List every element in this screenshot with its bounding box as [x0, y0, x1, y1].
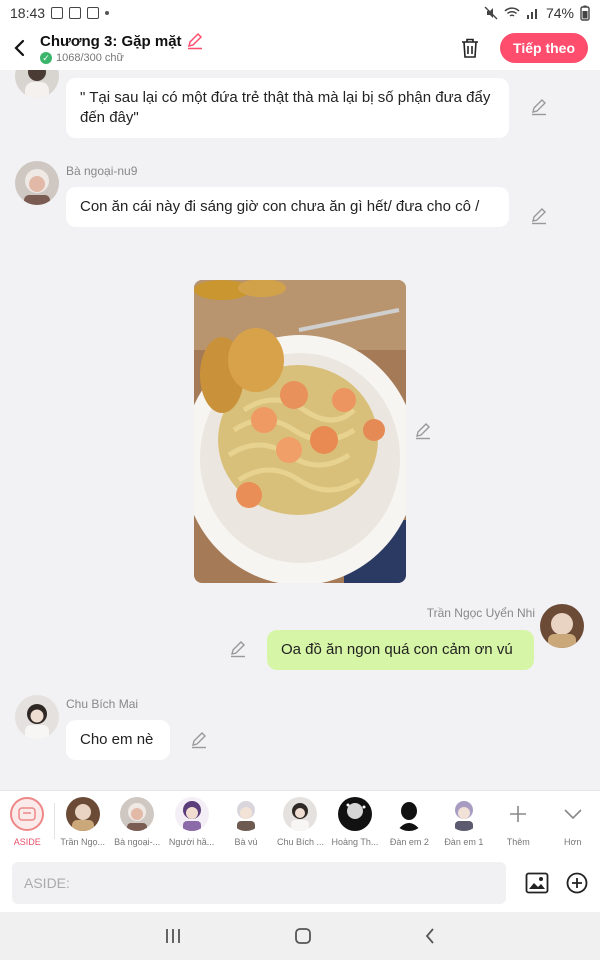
- battery-icon: [580, 5, 590, 21]
- chevron-down-icon: [556, 797, 590, 831]
- chevron-left-icon: [14, 39, 25, 57]
- home-icon[interactable]: [293, 926, 313, 946]
- edit-message-icon[interactable]: [530, 98, 548, 116]
- message-input[interactable]: [12, 862, 506, 904]
- more-characters-button[interactable]: Hơn: [546, 791, 600, 855]
- system-nav-bar: [0, 912, 600, 960]
- avatar: [283, 797, 318, 831]
- input-bar: [0, 854, 600, 912]
- check-icon: ✓: [40, 52, 52, 64]
- message-bubble[interactable]: Con ăn cái này đi sáng giờ con chưa ăn g…: [66, 187, 509, 227]
- shrimp-pasta-photo[interactable]: [194, 280, 406, 583]
- avatar: [65, 797, 100, 831]
- character-item[interactable]: Chu Bích ...: [273, 791, 327, 855]
- more-label: Hơn: [564, 837, 582, 847]
- trash-icon: [462, 38, 479, 58]
- insert-image-button[interactable]: [520, 866, 554, 900]
- plus-circle-icon: [566, 872, 588, 894]
- chapter-header: Chương 3: Gặp mặt ✓ 1068/300 chữ: [40, 32, 450, 64]
- avatar[interactable]: [15, 695, 59, 739]
- character-item[interactable]: Hoàng Th...: [328, 791, 382, 855]
- character-item[interactable]: Đàn em 1: [437, 791, 491, 855]
- gallery-icon: [51, 7, 64, 19]
- edit-message-icon[interactable]: [530, 207, 548, 225]
- avatar: [120, 797, 155, 831]
- avatar: [337, 797, 372, 831]
- add-character-button[interactable]: Thêm: [491, 791, 545, 855]
- youtube-icon: [69, 7, 82, 19]
- message-bubble[interactable]: " Tại sau lại có một đứa trẻ thật thà mà…: [66, 78, 509, 138]
- character-label: ASIDE: [13, 837, 41, 847]
- chat-area[interactable]: " Tại sau lại có một đứa trẻ thật thà mà…: [0, 70, 600, 790]
- word-count: 1068/300 chữ: [56, 52, 124, 64]
- sender-name: Trần Ngọc Uyển Nhi: [426, 606, 535, 620]
- character-label: Trần Ngọ...: [60, 837, 105, 847]
- plus-icon: [501, 797, 535, 831]
- character-item[interactable]: Trần Ngọ...: [55, 791, 109, 855]
- back-nav-icon[interactable]: [423, 926, 437, 946]
- wifi-icon: [504, 7, 520, 17]
- sender-name: Chu Bích Mai: [66, 697, 139, 711]
- character-item[interactable]: Đàn em 2: [382, 791, 436, 855]
- avatar[interactable]: [15, 161, 59, 205]
- message-bubble[interactable]: Oa đồ ăn ngon quá con cảm ơn vú: [267, 630, 534, 670]
- signal-icon: [526, 9, 537, 19]
- character-item[interactable]: Bà ngoại-...: [110, 791, 164, 855]
- back-button[interactable]: [0, 26, 40, 70]
- avatar[interactable]: [540, 604, 584, 648]
- battery-level: 74%: [545, 5, 574, 21]
- chapter-title: Chương 3: Gặp mặt: [40, 32, 182, 50]
- avatar: [174, 797, 209, 831]
- aside-icon: [10, 797, 45, 831]
- next-button[interactable]: Tiếp theo: [500, 33, 588, 63]
- edit-message-icon[interactable]: [229, 640, 247, 658]
- character-label: Hoàng Th...: [331, 837, 379, 847]
- status-bar: 18:43 74%: [0, 0, 600, 26]
- character-label: Đàn em 2: [389, 837, 429, 847]
- character-item[interactable]: Bà vú: [219, 791, 273, 855]
- notification-dot-icon: [105, 11, 110, 15]
- edit-title-icon[interactable]: [186, 32, 204, 50]
- character-label: Đàn em 1: [444, 837, 484, 847]
- character-label: Người hầ...: [168, 837, 215, 847]
- character-label: Bà ngoại-...: [114, 837, 161, 847]
- avatar: [392, 797, 427, 831]
- character-label: Chu Bích ...: [276, 837, 324, 847]
- avatar: [446, 797, 481, 831]
- app-header: Chương 3: Gặp mặt ✓ 1068/300 chữ Tiếp th…: [0, 26, 600, 70]
- add-label: Thêm: [506, 837, 530, 847]
- character-item[interactable]: Người hầ...: [164, 791, 218, 855]
- app-icon: [87, 7, 100, 19]
- character-aside[interactable]: ASIDE: [0, 791, 54, 855]
- status-time: 18:43: [10, 5, 46, 21]
- recent-apps-icon[interactable]: [163, 927, 183, 945]
- message-bubble[interactable]: Cho em nè: [66, 720, 170, 760]
- delete-button[interactable]: [450, 28, 490, 68]
- sender-name: Bà ngoại-nu9: [66, 164, 138, 178]
- character-label: Bà vú: [234, 837, 258, 847]
- image-icon: [525, 872, 549, 894]
- mute-icon: [484, 6, 498, 20]
- avatar[interactable]: [15, 70, 59, 98]
- avatar: [229, 797, 264, 831]
- add-content-button[interactable]: [560, 866, 594, 900]
- character-bar: ASIDE Trần Ngọ... Bà ngoại-... Người hầ.…: [0, 790, 600, 854]
- edit-message-icon[interactable]: [190, 731, 208, 749]
- edit-image-icon[interactable]: [414, 422, 432, 440]
